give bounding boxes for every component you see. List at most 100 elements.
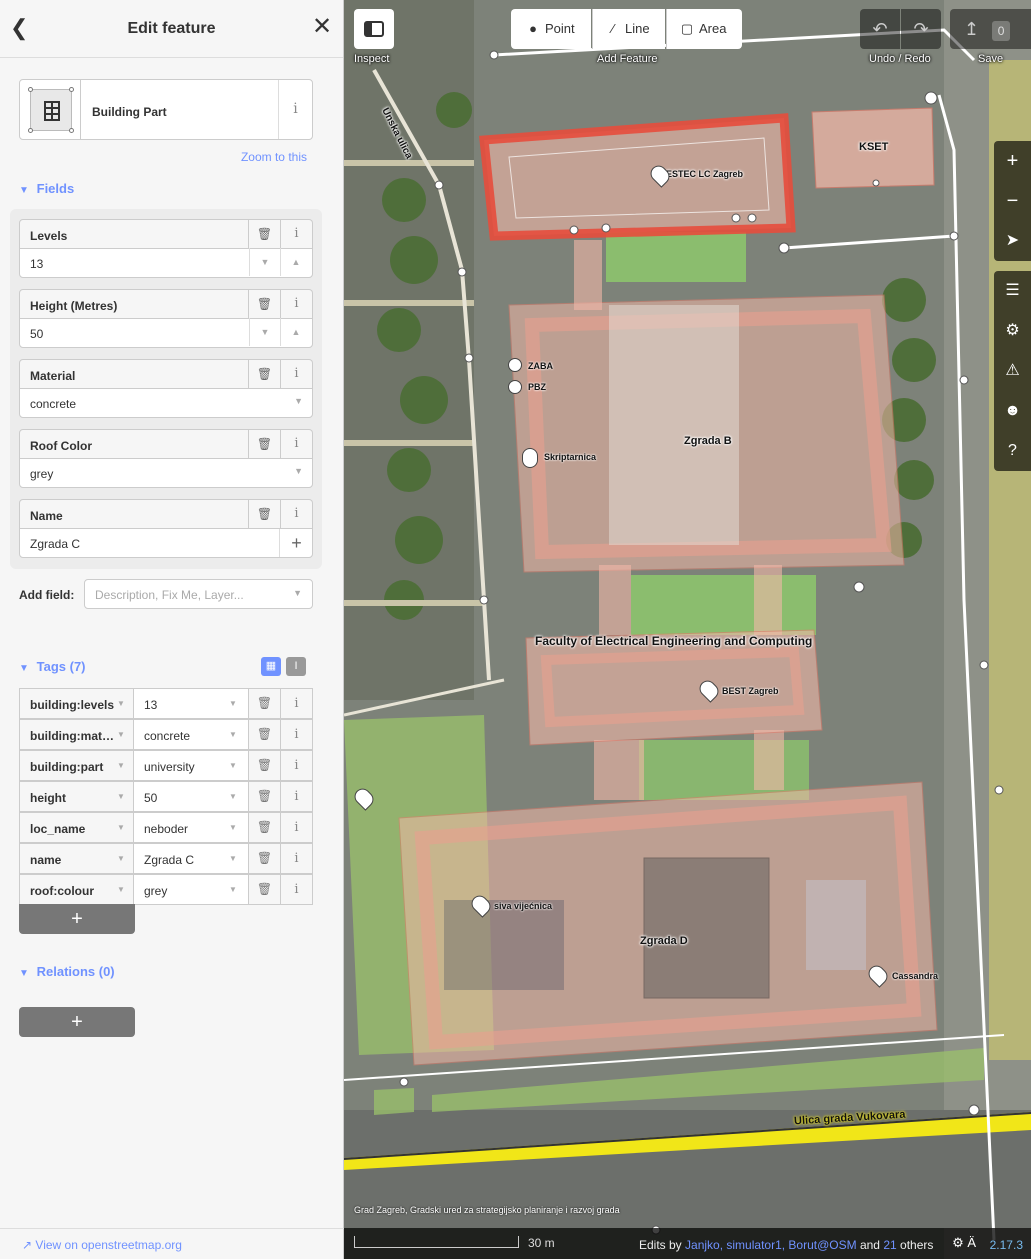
help-button[interactable]: ? <box>994 431 1031 471</box>
imagery-attribution[interactable]: Grad Zagreb, Gradski ured za strategijsk… <box>354 1205 620 1215</box>
decrement-icon[interactable]: ▼ <box>249 318 280 346</box>
trash-icon[interactable]: 🗑 <box>249 289 281 319</box>
inspect-button[interactable] <box>354 9 394 49</box>
shop-icon[interactable] <box>522 448 538 468</box>
trash-icon[interactable]: 🗑 <box>249 499 281 529</box>
tags-section-toggle[interactable]: ▼ Tags (7) <box>19 659 86 674</box>
trash-icon[interactable]: 🗑 <box>249 719 281 750</box>
close-icon[interactable]: ✕ <box>311 15 333 39</box>
decrement-icon[interactable]: ▼ <box>249 248 280 276</box>
name-input[interactable]: Zgrada C <box>19 528 313 558</box>
preset-icon-box[interactable] <box>20 80 81 139</box>
dropdown-caret-icon: ▼ <box>229 885 237 894</box>
edits-users[interactable]: Janjko, simulator1, Borut@OSM <box>685 1238 857 1252</box>
bank-icon[interactable] <box>508 380 522 394</box>
kset-label[interactable]: KSET <box>859 141 888 153</box>
info-icon[interactable]: i <box>281 719 313 750</box>
trash-icon[interactable]: 🗑 <box>249 429 281 459</box>
best-label[interactable]: BEST Zagreb <box>722 686 779 696</box>
list-view-icon[interactable]: ▦ <box>261 657 281 676</box>
undo-redo-caption: Undo / Redo <box>869 53 931 65</box>
trash-icon[interactable]: 🗑 <box>249 874 281 905</box>
skriptarnica-label[interactable]: Skriptarnica <box>544 452 596 462</box>
trash-icon[interactable]: 🗑 <box>249 812 281 843</box>
dropdown-caret-icon: ▼ <box>229 730 237 739</box>
dropdown-caret-icon: ▼ <box>117 792 125 801</box>
material-combo[interactable]: concrete <box>19 388 313 418</box>
add-relation-button[interactable]: + <box>19 1007 135 1037</box>
dropdown-caret-icon: ▼ <box>117 854 125 863</box>
trash-icon[interactable]: 🗑 <box>249 750 281 781</box>
trash-icon[interactable]: 🗑 <box>249 219 281 249</box>
add-tag-button[interactable]: + <box>19 904 135 934</box>
info-icon[interactable]: i <box>281 688 313 719</box>
cassandra-label[interactable]: Cassandra <box>892 971 938 981</box>
info-icon[interactable]: i <box>281 219 313 249</box>
save-button[interactable]: ↥ 0 <box>950 9 1031 49</box>
relations-section-title: Relations (0) <box>36 964 115 979</box>
redo-button[interactable]: ↷ <box>901 9 941 49</box>
field-label: Levels <box>19 219 249 249</box>
info-icon[interactable]: i <box>281 499 313 529</box>
edits-count[interactable]: 21 <box>883 1238 896 1252</box>
zaba-label[interactable]: ZABA <box>528 361 553 371</box>
preset-selector[interactable]: Building Part i <box>19 79 313 140</box>
info-icon[interactable]: i <box>281 781 313 812</box>
add-point-button[interactable]: ● Point <box>511 9 591 49</box>
geolocate-button[interactable]: ➤ <box>994 221 1031 261</box>
roof-color-combo[interactable]: grey <box>19 458 313 488</box>
add-area-button[interactable]: ▢ Area <box>666 9 742 49</box>
info-icon[interactable]: i <box>281 812 313 843</box>
view-on-osm-link[interactable]: ↗ View on openstreetmap.org <box>0 1228 344 1259</box>
preset-info-icon[interactable]: i <box>278 80 312 139</box>
siva-vijecnica-label[interactable]: siva vijećnica <box>494 901 552 911</box>
bank-icon[interactable] <box>508 358 522 372</box>
info-icon[interactable]: i <box>281 750 313 781</box>
zgrada-b-label[interactable]: Zgrada B <box>684 435 732 447</box>
bug-report-icon[interactable]: ⚙ Ä <box>952 1235 976 1251</box>
map-data-button[interactable]: ⚙ <box>994 311 1031 351</box>
issues-button[interactable]: ⚠ <box>994 351 1031 391</box>
info-icon[interactable]: i <box>281 429 313 459</box>
trash-icon[interactable]: 🗑 <box>249 688 281 719</box>
add-localized-name-icon[interactable]: + <box>279 529 313 557</box>
add-field-input[interactable]: Description, Fix Me, Layer... ▼ <box>84 579 313 609</box>
map-canvas[interactable]: EESTEC LC Zagreb KSET ZABA PBZ Skriptarn… <box>344 0 1031 1259</box>
dropdown-caret-icon: ▼ <box>229 699 237 708</box>
relations-section-toggle[interactable]: ▼ Relations (0) <box>19 964 115 979</box>
pbz-label[interactable]: PBZ <box>528 382 546 392</box>
eestec-label[interactable]: EESTEC LC Zagreb <box>660 169 743 179</box>
fields-section-toggle[interactable]: ▼ Fields <box>19 181 74 196</box>
preferences-button[interactable]: ☻ <box>994 391 1031 431</box>
edits-and: and <box>859 1238 880 1252</box>
zoom-to-this-link[interactable]: Zoom to this <box>241 150 307 164</box>
trash-icon[interactable]: 🗑 <box>249 781 281 812</box>
zgrada-d-label[interactable]: Zgrada D <box>640 935 688 947</box>
save-count-badge: 0 <box>992 21 1011 41</box>
info-icon[interactable]: i <box>281 289 313 319</box>
info-icon[interactable]: i <box>281 359 313 389</box>
background-button[interactable]: ☰ <box>994 271 1031 311</box>
zoom-out-button[interactable]: − <box>994 181 1031 221</box>
inspector-sidebar: ❮ Edit feature ✕ Building Part i Zoom to… <box>0 0 344 1259</box>
trash-icon[interactable]: 🗑 <box>249 359 281 389</box>
undo-button[interactable]: ↶ <box>860 9 900 49</box>
dropdown-caret-icon[interactable]: ▼ <box>294 396 303 406</box>
add-line-button[interactable]: ∕ Line <box>592 9 665 49</box>
chevron-down-icon: ▼ <box>19 663 29 674</box>
dropdown-caret-icon[interactable]: ▼ <box>294 466 303 476</box>
dropdown-caret-icon: ▼ <box>117 761 125 770</box>
increment-icon[interactable]: ▲ <box>280 248 311 276</box>
trash-icon[interactable]: 🗑 <box>249 843 281 874</box>
map-data-icon: ⚙ <box>1005 322 1020 339</box>
increment-icon[interactable]: ▲ <box>280 318 311 346</box>
faculty-label[interactable]: Faculty of Electrical Engineering and Co… <box>535 634 812 648</box>
scale-bar[interactable] <box>354 1236 519 1248</box>
user-settings-icon: ☻ <box>1004 402 1021 419</box>
info-icon[interactable]: i <box>281 874 313 905</box>
version-label[interactable]: 2.17.3 <box>990 1238 1023 1252</box>
zoom-in-button[interactable]: + <box>994 141 1031 181</box>
inspector-header: ❮ Edit feature ✕ <box>0 0 343 58</box>
info-icon[interactable]: i <box>281 843 313 874</box>
text-view-icon[interactable]: I <box>286 657 306 676</box>
